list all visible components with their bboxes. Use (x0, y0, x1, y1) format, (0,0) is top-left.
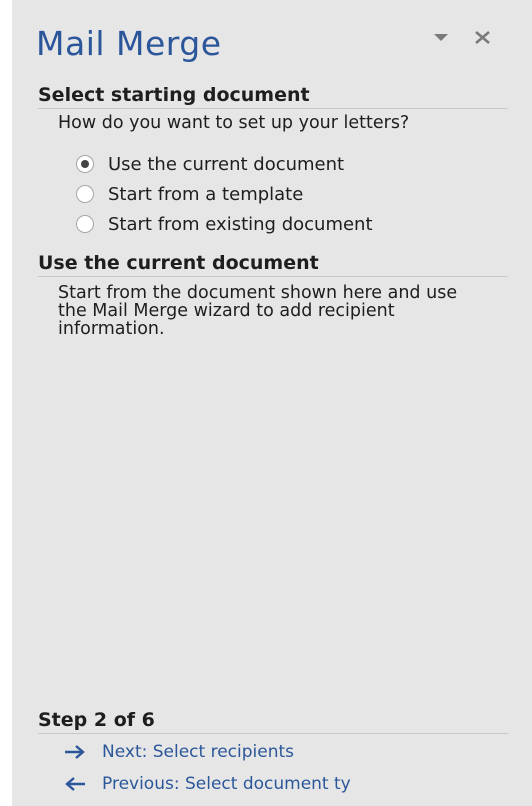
mail-merge-pane: Mail Merge Select starting document How … (12, 0, 532, 806)
radio-start-from-existing-document[interactable]: Start from existing document (76, 210, 373, 238)
radio-button[interactable] (76, 185, 94, 203)
setup-prompt: How do you want to set up your letters? (58, 113, 410, 133)
radio-label: Start from a template (108, 183, 304, 205)
previous-select-document-type-link[interactable]: Previous: Select document ty (64, 770, 351, 798)
radio-label: Use the current document (108, 153, 345, 175)
arrow-left-icon (64, 776, 86, 792)
select-starting-document-heading: Select starting document (38, 84, 508, 109)
use-current-document-heading: Use the current document (38, 252, 508, 277)
pane-title: Mail Merge (36, 24, 222, 63)
next-select-recipients-link[interactable]: Next: Select recipients (64, 738, 294, 766)
close-icon (470, 26, 496, 50)
radio-use-current-document[interactable]: Use the current document (76, 150, 344, 178)
close-pane-button[interactable] (470, 26, 496, 50)
current-document-description: Start from the document shown here and u… (58, 283, 458, 339)
radio-button[interactable] (76, 215, 94, 233)
radio-label: Start from existing document (108, 213, 373, 235)
pane-options-dropdown[interactable] (430, 28, 456, 48)
dropdown-triangle-icon (430, 28, 456, 48)
radio-start-from-template[interactable]: Start from a template (76, 180, 303, 208)
radio-button-selected[interactable] (76, 155, 94, 173)
step-indicator-heading: Step 2 of 6 (38, 709, 508, 734)
previous-link-label: Previous: Select document ty (102, 774, 351, 794)
arrow-right-icon (64, 744, 86, 760)
next-link-label: Next: Select recipients (102, 742, 294, 762)
